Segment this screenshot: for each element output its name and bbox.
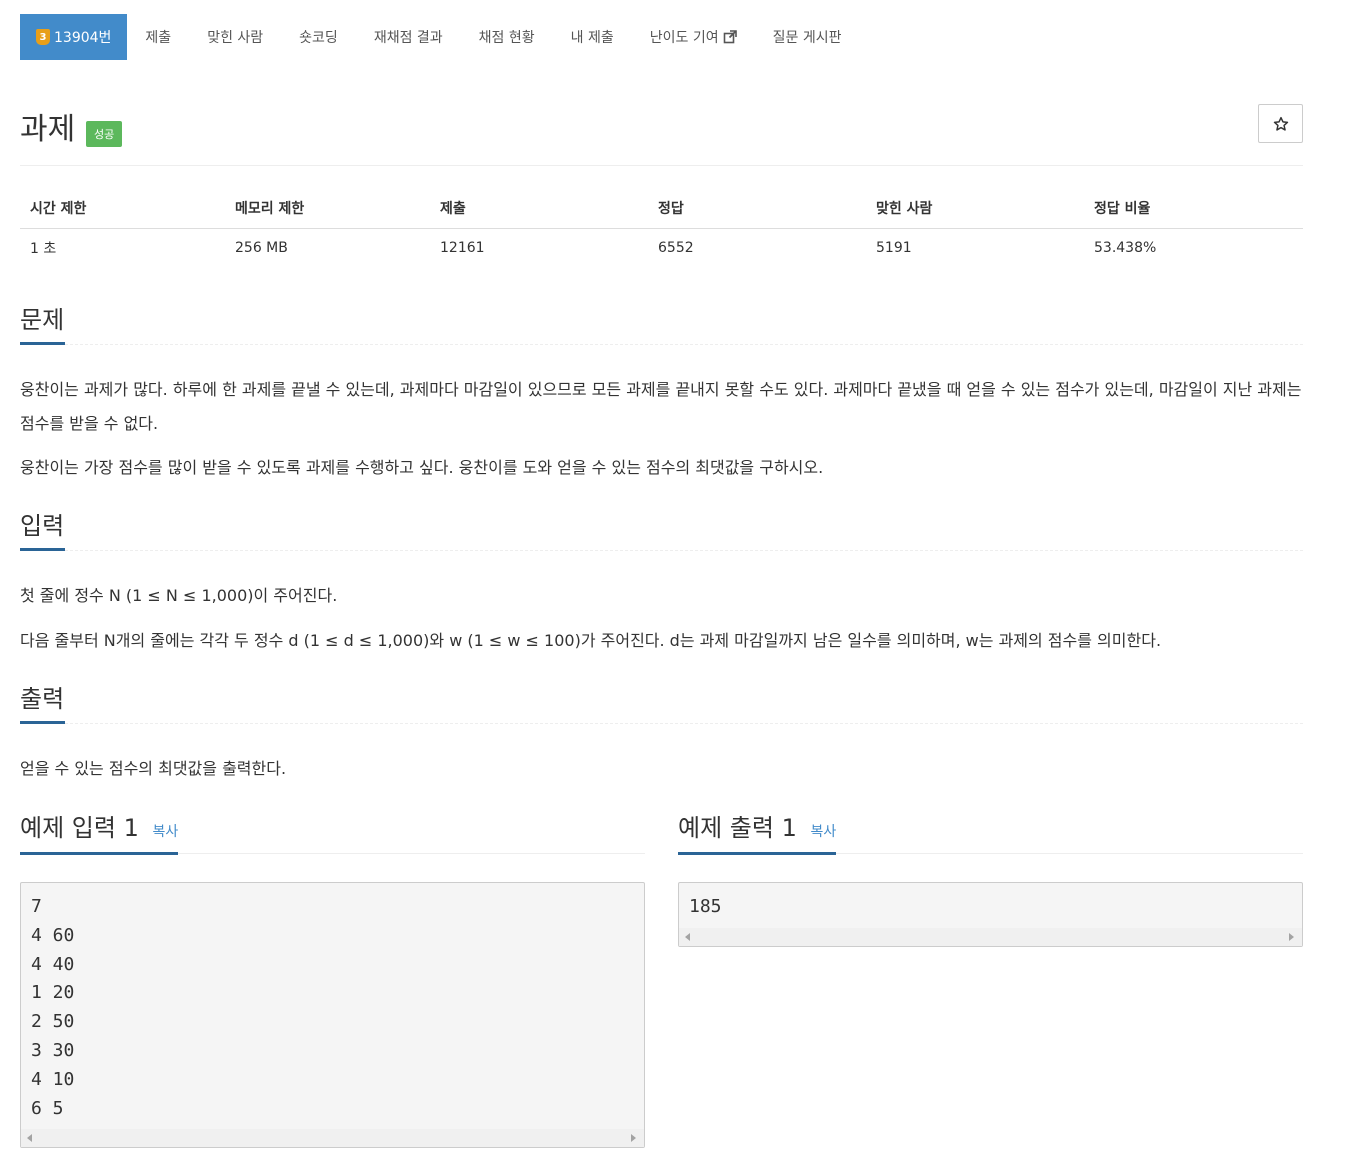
code-line: 2 50: [31, 1011, 75, 1033]
problem-title-row: 과제 성공: [20, 100, 1303, 166]
table-header: 제출: [430, 188, 648, 229]
result-badge: 성공: [86, 121, 123, 147]
tab-label: 맞힌 사람: [207, 30, 264, 46]
scroll-right-arrow-icon[interactable]: [1289, 932, 1294, 941]
section-heading: 출력: [20, 684, 66, 724]
table-row: 1 초 256 MB 12161 6552 5191 53.438%: [20, 228, 1303, 268]
section-heading: 문제: [20, 305, 66, 345]
tab-my-submissions[interactable]: 내 제출: [553, 14, 632, 60]
submission-count-value: 12161: [440, 240, 485, 257]
tab-problem[interactable]: 3 13904번: [20, 14, 128, 60]
tab-question-board[interactable]: 질문 게시판: [755, 14, 860, 60]
horizontal-scrollbar[interactable]: [21, 1129, 644, 1148]
tab-problem-label: 13904번: [54, 30, 112, 46]
problem-nav-tabs: 3 13904번 제출 맞힌 사람 숏코딩 재채점 결과 채점 현황 내 제출 …: [20, 14, 859, 60]
page-title: 과제: [20, 112, 76, 147]
input-paragraph: 다음 줄부터 N개의 줄에는 각각 두 정수 d (1 ≤ d ≤ 1,000)…: [20, 631, 1162, 650]
memory-limit-value: 256 MB: [235, 240, 288, 257]
tab-label: 질문 게시판: [772, 30, 842, 46]
sample-output-box[interactable]: 185: [678, 882, 1303, 947]
problem-info-table: 시간 제한 메모리 제한 제출 정답 맞힌 사람 정답 비율 1 초 256 M…: [20, 188, 1303, 268]
tab-solved-users[interactable]: 맞힌 사람: [189, 14, 281, 60]
table-header: 정답: [648, 188, 866, 229]
accepted-count-value: 6552: [658, 240, 694, 257]
tab-submit[interactable]: 제출: [127, 14, 189, 60]
sample-output-title: 예제 출력 1: [678, 814, 797, 842]
description-paragraph: 웅찬이는 과제가 많다. 하루에 한 과제를 끝낼 수 있는데, 과제마다 마감…: [20, 380, 1302, 433]
table-header: 맞힌 사람: [866, 188, 1084, 229]
tier-badge-icon: 3: [36, 29, 50, 45]
code-line: 185: [689, 896, 722, 917]
tab-difficulty-contribution[interactable]: 난이도 기여: [632, 14, 755, 60]
sample-input-panel: 예제 입력 1 복사 7 4 60 4 40 1 20 2 50 3 30 4 10 6 5: [20, 810, 645, 1149]
section-heading: 입력: [20, 511, 66, 551]
tab-short-coding[interactable]: 숏코딩: [281, 14, 356, 60]
copy-sample-output-link[interactable]: 복사: [811, 824, 837, 840]
sample-input-header: 예제 입력 1 복사: [20, 810, 645, 855]
sample-heading-wrap: 예제 입력 1 복사: [20, 810, 179, 855]
sample-output-header: 예제 출력 1 복사: [678, 810, 1303, 855]
sample-output-panel: 예제 출력 1 복사 185: [678, 810, 1303, 947]
scroll-left-arrow-icon[interactable]: [685, 932, 690, 941]
code-line: 3 30: [31, 1039, 75, 1061]
output-section-header: 출력: [20, 684, 1303, 724]
horizontal-scrollbar[interactable]: [679, 927, 1302, 946]
tab-label: 내 제출: [570, 30, 614, 46]
table-header: 정답 비율: [1084, 188, 1303, 229]
copy-sample-input-link[interactable]: 복사: [153, 824, 179, 840]
sample-output-content: 185: [679, 883, 1302, 928]
input-section-header: 입력: [20, 511, 1303, 551]
table-header: 시간 제한: [20, 188, 225, 229]
tab-label: 재채점 결과: [373, 30, 443, 46]
accept-ratio-value: 53.438%: [1094, 240, 1157, 257]
scroll-right-arrow-icon[interactable]: [631, 1134, 636, 1143]
tab-label: 난이도 기여: [649, 30, 719, 46]
scroll-left-arrow-icon[interactable]: [27, 1134, 32, 1143]
tab-label: 제출: [145, 30, 172, 46]
star-icon: [1273, 116, 1288, 131]
tab-judge-status[interactable]: 채점 현황: [461, 14, 553, 60]
solved-users-value: 5191: [876, 240, 912, 257]
sample-input-box[interactable]: 7 4 60 4 40 1 20 2 50 3 30 4 10 6 5: [20, 882, 645, 1149]
external-link-icon: [723, 30, 737, 44]
description-paragraph: 웅찬이는 가장 점수를 많이 받을 수 있도록 과제를 수행하고 싶다. 웅찬이…: [20, 458, 824, 477]
favorite-star-button[interactable]: [1258, 104, 1303, 143]
output-paragraph: 얻을 수 있는 점수의 최댓값을 출력한다.: [20, 759, 287, 778]
tab-label: 채점 현황: [478, 30, 535, 46]
code-line: 4 40: [31, 953, 75, 975]
tab-rejudge-results[interactable]: 재채점 결과: [356, 14, 461, 60]
tab-label: 숏코딩: [299, 30, 338, 46]
input-paragraph: 첫 줄에 정수 N (1 ≤ N ≤ 1,000)이 주어진다.: [20, 586, 338, 605]
sample-input-content: 7 4 60 4 40 1 20 2 50 3 30 4 10 6 5: [21, 883, 644, 1129]
time-limit-value: 1 초: [30, 241, 57, 258]
code-line: 1 20: [31, 982, 75, 1004]
table-header-row: 시간 제한 메모리 제한 제출 정답 맞힌 사람 정답 비율: [20, 188, 1303, 229]
code-line: 4 10: [31, 1068, 75, 1090]
description-section-header: 문제: [20, 305, 1303, 345]
sample-input-title: 예제 입력 1: [20, 814, 139, 842]
sample-heading-wrap: 예제 출력 1 복사: [678, 810, 837, 855]
table-header: 메모리 제한: [225, 188, 430, 229]
code-line: 7: [31, 896, 42, 917]
code-line: 4 60: [31, 924, 75, 946]
code-line: 6 5: [31, 1097, 64, 1119]
